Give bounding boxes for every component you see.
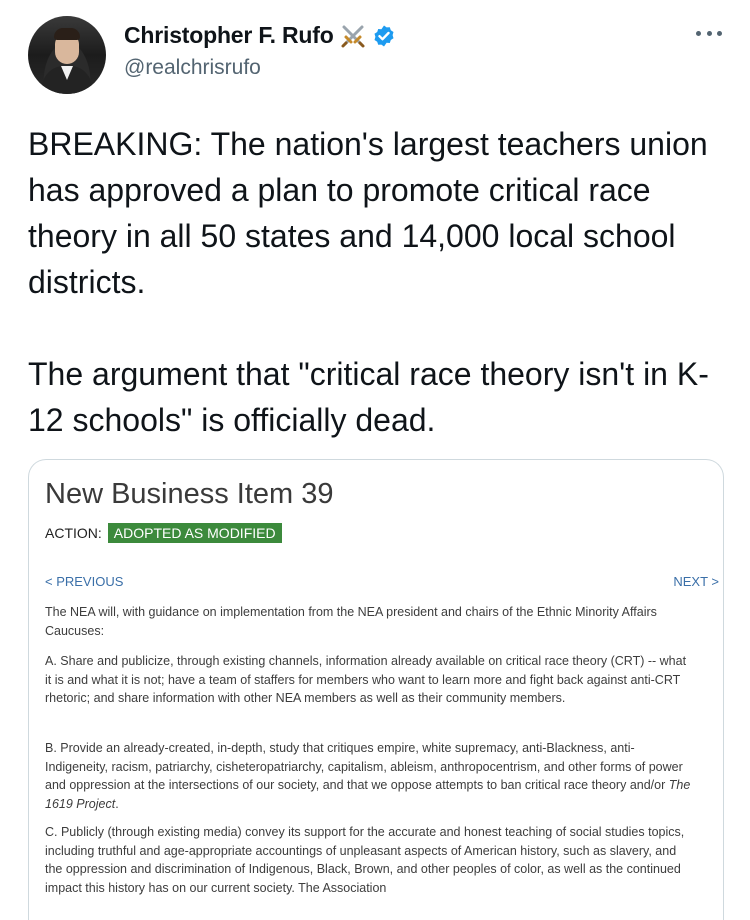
next-link: NEXT >	[673, 574, 719, 589]
tweet-text: BREAKING: The nation's largest teachers …	[28, 121, 728, 443]
action-row: ACTION: ADOPTED AS MODIFIED	[45, 523, 282, 543]
crossed-swords-icon	[340, 23, 366, 49]
document-item-b: B. Provide an already-created, in-depth,…	[45, 739, 695, 813]
document-intro: The NEA will, with guidance on implement…	[45, 605, 657, 638]
tweet-paragraph-1: BREAKING: The nation's largest teachers …	[28, 126, 708, 300]
verified-badge-icon	[372, 24, 396, 48]
tweet-paragraph-2: The argument that "critical race theory …	[28, 356, 709, 438]
more-options-icon[interactable]	[696, 28, 722, 38]
author-name-row[interactable]: Christopher F. Rufo	[124, 22, 396, 49]
previous-link: < PREVIOUS	[45, 574, 124, 589]
action-status-badge: ADOPTED AS MODIFIED	[107, 523, 282, 543]
author-handle[interactable]: @realchrisrufo	[124, 56, 261, 80]
item-b-text: B. Provide an already-created, in-depth,…	[45, 741, 683, 792]
document-item-a: A. Share and publicize, through existing…	[45, 654, 687, 705]
attached-image[interactable]: New Business Item 39 ACTION: ADOPTED AS …	[28, 459, 724, 920]
document-title: New Business Item 39	[45, 478, 334, 510]
item-b-end: .	[115, 796, 119, 811]
document-item-c: C. Publicly (through existing media) con…	[45, 825, 685, 895]
author-avatar[interactable]	[28, 16, 106, 94]
author-name[interactable]: Christopher F. Rufo	[124, 22, 334, 49]
action-label: ACTION:	[45, 525, 102, 541]
